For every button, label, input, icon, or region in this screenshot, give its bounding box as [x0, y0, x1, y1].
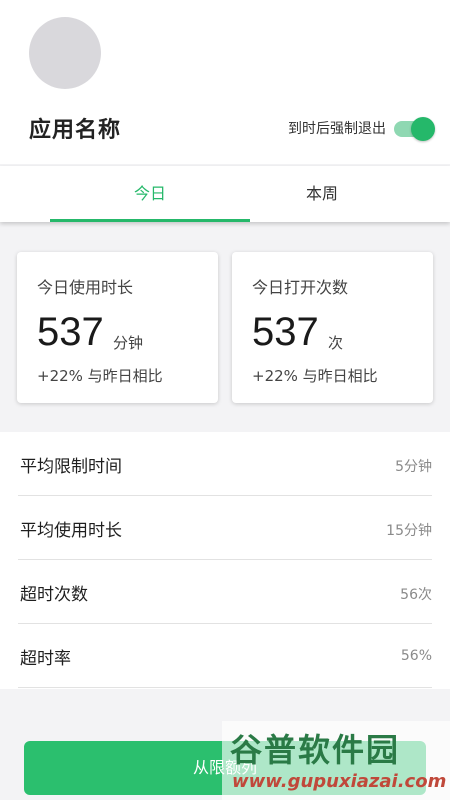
tab-today[interactable]: 今日 — [50, 166, 250, 222]
card-title: 今日使用时长 — [37, 278, 134, 297]
divider — [18, 687, 432, 688]
card-value: 537 — [37, 310, 104, 354]
card-compare: +22% 与昨日相比 — [37, 367, 163, 385]
app-icon — [29, 17, 101, 89]
tab-week-label: 本周 — [305, 184, 338, 203]
card-unit: 次 — [328, 334, 344, 352]
period-tabs: 今日 本周 — [0, 166, 450, 222]
watermark-url: www.gupuxiazai.com — [232, 771, 447, 792]
stat-value: 56% — [400, 648, 432, 664]
toggle-thumb — [411, 117, 435, 141]
stat-label: 平均使用时长 — [20, 521, 122, 541]
stats-list: 平均限制时间 5分钟 平均使用时长 15分钟 超时次数 56次 超时率 56% — [0, 432, 450, 689]
tab-today-label: 今日 — [133, 184, 166, 203]
stat-label: 超时次数 — [20, 585, 88, 605]
force-exit-toggle[interactable] — [394, 117, 436, 141]
usage-duration-card: 今日使用时长 537 分钟 +22% 与昨日相比 — [17, 252, 218, 403]
stat-value: 56次 — [400, 587, 432, 603]
app-name: 应用名称 — [29, 118, 122, 143]
card-unit: 分钟 — [113, 334, 144, 352]
stat-label: 超时率 — [20, 649, 71, 669]
stat-value: 5分钟 — [395, 459, 432, 475]
tab-week[interactable]: 本周 — [222, 166, 422, 222]
card-value: 537 — [252, 310, 319, 354]
watermark: 谷普软件园 www.gupuxiazai.com — [222, 721, 450, 800]
list-item: 平均使用时长 15分钟 — [0, 496, 450, 560]
app-header: 应用名称 到时后强制退出 — [0, 0, 450, 164]
list-item: 超时次数 56次 — [0, 560, 450, 624]
stat-value: 15分钟 — [386, 523, 432, 539]
list-item: 超时率 56% — [0, 624, 450, 688]
open-count-card: 今日打开次数 537 次 +22% 与昨日相比 — [232, 252, 433, 403]
stat-label: 平均限制时间 — [20, 457, 122, 477]
active-tab-indicator — [50, 219, 250, 222]
card-compare: +22% 与昨日相比 — [252, 367, 378, 385]
card-title: 今日打开次数 — [252, 278, 349, 297]
list-item: 平均限制时间 5分钟 — [0, 432, 450, 496]
force-exit-label: 到时后强制退出 — [288, 121, 386, 137]
watermark-logo-text: 谷普软件园 — [230, 731, 401, 769]
